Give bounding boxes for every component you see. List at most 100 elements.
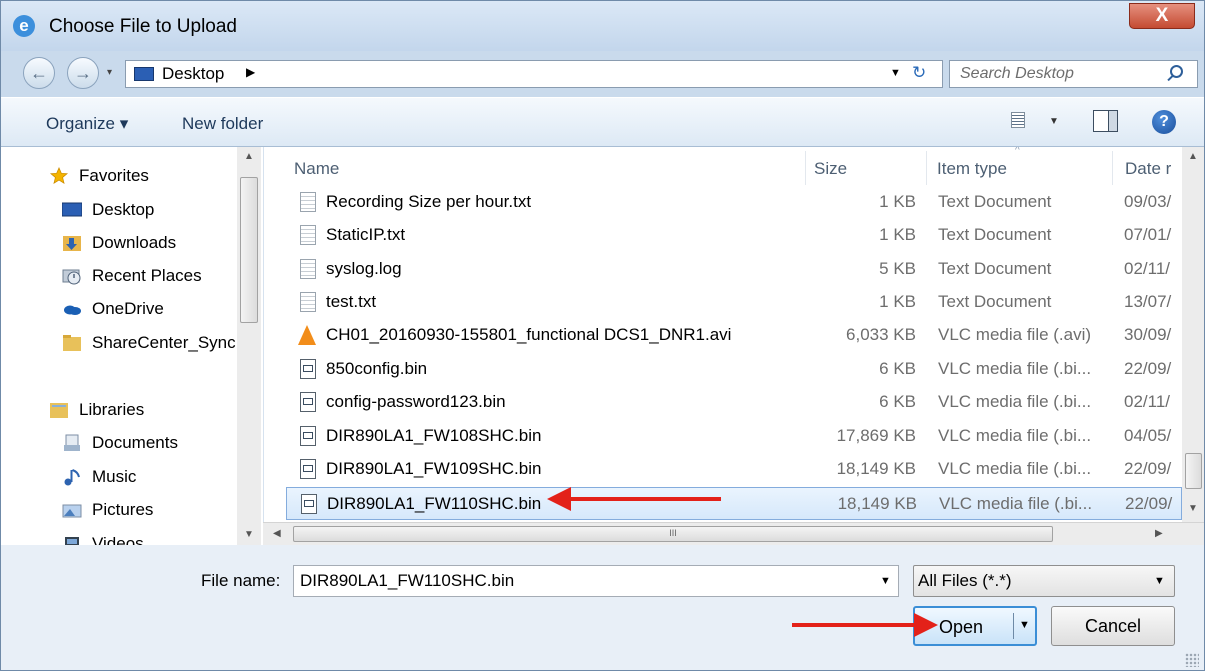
file-type: Text Document — [938, 225, 1052, 244]
folder-icon — [63, 335, 81, 351]
text-file-icon — [300, 292, 316, 312]
file-type: VLC media file (.bi... — [939, 494, 1093, 513]
address-breadcrumb-desktop[interactable]: Desktop — [162, 64, 224, 84]
file-type: VLC media file (.bi... — [938, 426, 1092, 445]
column-header-date-label: Date r — [1125, 159, 1172, 178]
refresh-icon[interactable]: ↻ — [912, 63, 926, 83]
file-row[interactable]: test.txt 1 KB Text Document 13/07/ — [286, 286, 1182, 319]
column-header-date[interactable]: Date r — [1113, 147, 1183, 187]
file-type: Text Document — [938, 292, 1052, 311]
view-options-dropdown-icon[interactable]: ▼ — [1049, 116, 1059, 127]
file-name: Recording Size per hour.txt — [326, 192, 532, 211]
open-button[interactable]: Open ▼ — [913, 606, 1037, 646]
search-icon[interactable] — [1170, 65, 1183, 78]
breadcrumb-arrow-icon[interactable]: ▶ — [246, 65, 255, 79]
scroll-left-arrow-icon[interactable]: ◀ — [273, 528, 281, 539]
column-header-name-label: Name — [294, 159, 340, 178]
navigation-bar: ← → ▾ Desktop ▶ ▼ ↻ Search Desktop — [1, 51, 1204, 97]
open-options-dropdown-icon[interactable]: ▼ — [1019, 619, 1030, 631]
horizontal-scroll-thumb[interactable]: III — [293, 526, 1053, 542]
command-bar: Organize ▾ New folder ▼ ? — [1, 97, 1204, 147]
file-row[interactable]: StaticIP.txt 1 KB Text Document 07/01/ — [286, 219, 1182, 252]
pictures-icon — [62, 504, 82, 518]
sort-ascending-icon: ^ — [1015, 147, 1020, 156]
documents-icon — [64, 434, 80, 451]
file-type: VLC media file (.bi... — [938, 392, 1092, 411]
navigation-pane-scroll-thumb[interactable] — [240, 177, 258, 323]
sidebar-item-label: Recent Places — [92, 266, 202, 285]
scroll-right-arrow-icon[interactable]: ▶ — [1155, 528, 1163, 539]
change-view-icon[interactable] — [1011, 112, 1025, 128]
column-header-type-label: Item type — [937, 159, 1007, 178]
file-row-selected[interactable]: DIR890LA1_FW110SHC.bin 18,149 KB VLC med… — [286, 487, 1182, 520]
forward-button[interactable]: → — [67, 57, 99, 89]
file-list-vertical-scrollbar[interactable]: ▲ ▼ — [1182, 147, 1204, 522]
file-type-select[interactable]: All Files (*.*) ▼ — [913, 565, 1175, 597]
file-row[interactable]: DIR890LA1_FW109SHC.bin 18,149 KB VLC med… — [286, 453, 1182, 486]
file-name: DIR890LA1_FW110SHC.bin — [327, 494, 542, 513]
navigation-pane-scrollbar[interactable]: ▲ ▼ — [237, 147, 261, 545]
file-size: 18,149 KB — [836, 459, 916, 478]
close-button[interactable]: X — [1129, 3, 1195, 29]
file-type: Text Document — [938, 192, 1052, 211]
file-size: 1 KB — [879, 225, 916, 244]
sidebar-item-label: Pictures — [92, 500, 154, 519]
file-name-input[interactable]: DIR890LA1_FW110SHC.bin ▼ — [293, 565, 899, 597]
file-size: 17,869 KB — [836, 426, 916, 445]
file-type-value: All Files (*.*) — [918, 571, 1012, 590]
file-row[interactable]: CH01_20160930-155801_functional DCS1_DNR… — [286, 319, 1182, 352]
file-name: StaticIP.txt — [326, 225, 406, 244]
back-button[interactable]: ← — [23, 57, 55, 89]
videos-icon — [65, 537, 79, 545]
search-placeholder: Search Desktop — [960, 65, 1074, 82]
file-date: 22/09/ — [1124, 359, 1172, 378]
preview-pane-icon[interactable] — [1093, 110, 1118, 132]
column-header-size[interactable]: Size — [806, 147, 926, 187]
file-date: 02/11/ — [1124, 259, 1171, 278]
file-list-scroll-thumb[interactable] — [1185, 453, 1202, 489]
sidebar-item-label: Desktop — [92, 200, 155, 219]
file-size: 6 KB — [879, 359, 916, 378]
file-row[interactable]: DIR890LA1_FW108SHC.bin 17,869 KB VLC med… — [286, 420, 1182, 453]
recent-locations-chevron-icon[interactable]: ▾ — [107, 67, 112, 78]
file-date: 02/11/ — [1124, 392, 1171, 411]
file-type: Text Document — [938, 259, 1052, 278]
file-size: 1 KB — [879, 292, 916, 311]
file-type: VLC media file (.bi... — [938, 359, 1092, 378]
sidebar-item-label: Videos — [92, 534, 144, 545]
help-icon[interactable]: ? — [1152, 110, 1176, 134]
resize-grip-icon[interactable] — [1185, 653, 1199, 667]
desktop-icon — [134, 67, 154, 81]
scroll-up-arrow-icon[interactable]: ▲ — [244, 151, 254, 162]
scroll-down-arrow-icon[interactable]: ▼ — [1188, 503, 1198, 514]
file-row[interactable]: config-password123.bin 6 KB VLC media fi… — [286, 386, 1182, 419]
column-header-name[interactable]: Name — [264, 147, 804, 187]
file-name: DIR890LA1_FW109SHC.bin — [326, 459, 542, 478]
address-dropdown-icon[interactable]: ▼ — [890, 67, 901, 79]
search-input[interactable]: Search Desktop — [949, 60, 1198, 88]
address-bar[interactable]: Desktop ▶ ▼ ↻ — [125, 60, 943, 88]
downloads-folder-icon — [63, 236, 81, 251]
file-name-dropdown-icon[interactable]: ▼ — [880, 575, 891, 587]
navigation-pane: Favorites Desktop Downloads Recent Place… — [1, 147, 263, 545]
column-header-item-type[interactable]: Item type ^ — [927, 147, 1112, 187]
file-name: syslog.log — [326, 259, 402, 278]
sidebar-item-label: Documents — [92, 433, 178, 452]
bin-file-icon — [300, 359, 316, 379]
file-upload-dialog: e Choose File to Upload X ← → ▾ Desktop … — [0, 0, 1205, 671]
onedrive-cloud-icon — [64, 305, 81, 315]
file-row[interactable]: 850config.bin 6 KB VLC media file (.bi..… — [286, 353, 1182, 386]
cancel-button[interactable]: Cancel — [1051, 606, 1175, 646]
organize-button[interactable]: Organize ▾ — [46, 114, 128, 134]
file-row[interactable]: syslog.log 5 KB Text Document 02/11/ — [286, 253, 1182, 286]
sidebar-item-label: Favorites — [79, 166, 149, 185]
file-size: 6 KB — [879, 392, 916, 411]
new-folder-button[interactable]: New folder — [182, 114, 263, 134]
file-date: 22/09/ — [1125, 494, 1173, 513]
file-type-dropdown-icon[interactable]: ▼ — [1154, 575, 1165, 587]
scroll-down-arrow-icon[interactable]: ▼ — [244, 529, 254, 540]
bin-file-icon — [300, 459, 316, 479]
file-row[interactable]: Recording Size per hour.txt 1 KB Text Do… — [286, 186, 1182, 219]
scroll-up-arrow-icon[interactable]: ▲ — [1188, 151, 1198, 162]
file-list-horizontal-scrollbar[interactable]: ◀ III ▶ — [263, 522, 1204, 545]
